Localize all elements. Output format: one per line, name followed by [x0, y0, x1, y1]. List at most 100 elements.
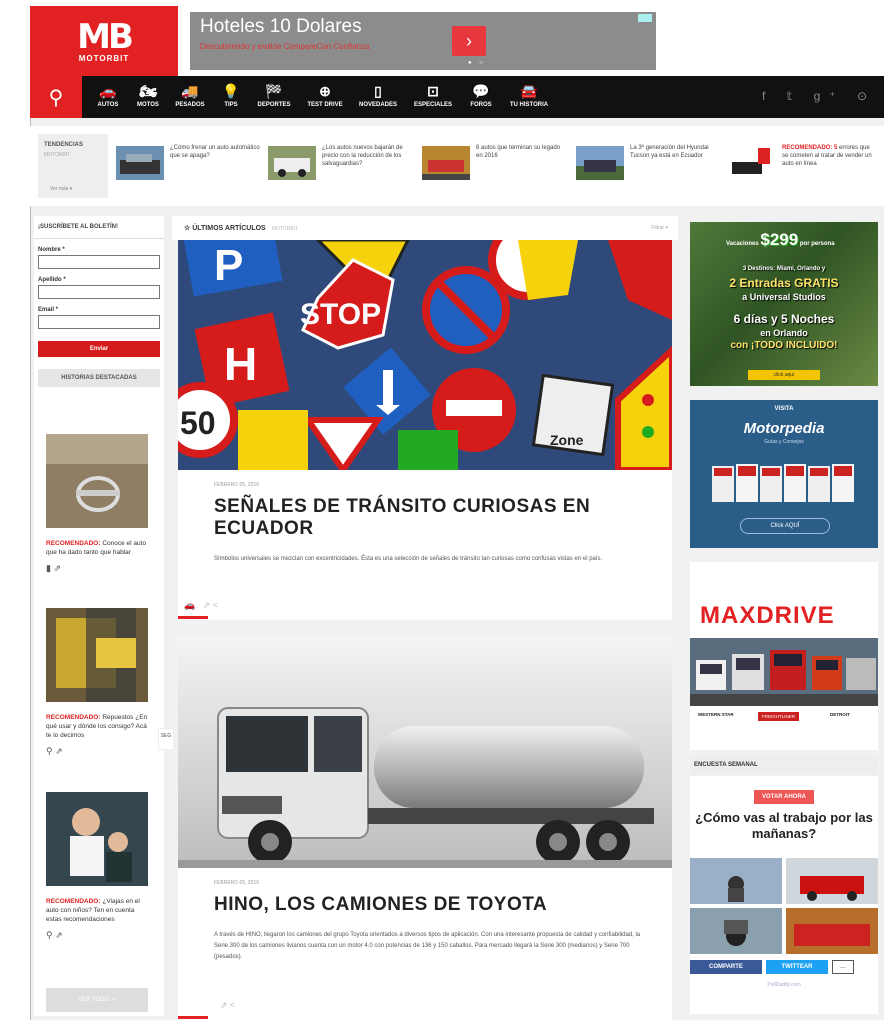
article-text-card: FEBRERO 05, 2016 HINO, LOS CAMIONES DE T… [198, 868, 664, 998]
filter-dropdown[interactable]: Filtrar ▾ [651, 225, 668, 231]
trending-thumb [422, 146, 470, 180]
featured-image [46, 434, 148, 528]
trending-thumb [116, 146, 164, 180]
article-description: Símbolos universales se mezclan con exce… [214, 556, 603, 562]
western-star-logo: WESTERN STAR [698, 712, 734, 717]
trending-label: TENDENCIAS MOTORBIT Ver más ▾ [38, 134, 108, 198]
logo-mark: MB [77, 16, 134, 57]
search-button[interactable]: ⚲ [30, 76, 82, 118]
car-icon: 🚗 [99, 83, 117, 99]
left-sidebar: ¡SUSCRÍBETE AL BOLETÍN! Nombre * Apellid… [34, 216, 164, 1016]
story-icons: ⚲ ⇗ [46, 930, 148, 941]
location-pin-icon: ⚲ [46, 746, 53, 756]
nav-especiales[interactable]: ⊡ ESPECIALES [408, 80, 458, 116]
poll-header: ENCUESTA SEMANAL [690, 756, 878, 774]
ad-carousel-dots[interactable]: ● ○ [468, 60, 486, 66]
vote-now-button[interactable]: VOTAR AHORA [754, 790, 814, 804]
trending-item[interactable]: RECOMENDADO: 5 errores que se cometen al… [728, 138, 878, 198]
search-icon: ⚲ [48, 86, 64, 109]
poll-options-grid[interactable] [690, 858, 878, 954]
weekly-poll: VOTAR AHORA ¿Cómo vas al trabajo por las… [690, 776, 878, 1014]
detroit-logo: DETROIT [830, 712, 850, 717]
email-field[interactable] [38, 315, 160, 329]
featured-story[interactable]: RECOMENDADO: Conoce el auto que ha dado … [46, 434, 148, 574]
name-field[interactable] [38, 255, 160, 269]
site-logo[interactable]: MB MOTORBIT [30, 6, 178, 76]
svg-text:STOP: STOP [300, 298, 381, 331]
trending-item[interactable]: 8 autos que terminan su legado en 2016 [422, 138, 572, 198]
motorpedia-click-button[interactable]: Click AQUÍ [740, 518, 830, 534]
nav-autos[interactable]: 🚗 AUTOS [90, 80, 126, 116]
svg-text:Zone: Zone [550, 432, 584, 448]
svg-text:50: 50 [180, 405, 216, 441]
trending-more-link[interactable]: Ver más ▾ [50, 186, 72, 192]
ad-arrow-button[interactable]: › [452, 26, 486, 56]
maxdrive-ad[interactable]: MAXDRIVE WESTERN STAR FREIGHTLINER DETRO… [690, 562, 878, 750]
motorcycle-icon: 🏍 [139, 83, 157, 99]
motorpedia-ad[interactable]: VISITA Motorpedia Guías y Consejos Click… [690, 400, 878, 548]
nav-novedades[interactable]: ▯ NOVEDADES [354, 80, 402, 116]
trending-item[interactable]: La 3ª generación del Hyundai Tucson ya e… [576, 138, 726, 198]
main-content: ☆ ÚLTIMOS ARTÍCULOS MOTORBIT Filtrar ▾ P … [172, 216, 678, 1020]
article-text-card: FEBRERO 05, 2016 SEÑALES DE TRÁNSITO CUR… [198, 470, 664, 594]
social-icons[interactable]: f 𝕥 g⁺ ⊙ [762, 89, 876, 103]
nav-foros[interactable]: 💬 FOROS [464, 80, 498, 116]
category-indicator [178, 616, 208, 619]
story-icons: ⚲ ⇗ [46, 746, 148, 757]
email-label: Email * [38, 307, 59, 313]
page: MB MOTORBIT Hoteles 10 Dolares Descubrie… [0, 0, 884, 1020]
steering-wheel-icon: ⊕ [319, 83, 331, 99]
article-date: FEBRERO 05, 2016 [214, 880, 260, 886]
trending-thumb [268, 146, 316, 180]
svg-text:P: P [214, 241, 243, 290]
surname-field[interactable] [38, 285, 160, 299]
article-title[interactable]: HINO, LOS CAMIONES DE TOYOTA [214, 894, 648, 916]
vacation-ad[interactable]: Vacaciones $299 por persona 3 Destinos: … [690, 222, 878, 386]
nav-motos[interactable]: 🏍 MOTOS [130, 80, 166, 116]
trending-item[interactable]: ¿Los autos nuevos bajarán de precio con … [268, 138, 418, 198]
ad-subline: Descubriendo y evalúe CompareCon Confian… [200, 42, 370, 51]
phone-icon: ▯ [374, 83, 382, 99]
trophy-icon: 🏁 [265, 83, 283, 99]
share-icon: ⇗ < [202, 600, 219, 610]
polldaddy-link[interactable]: PollDaddy.com [690, 982, 878, 988]
trending-item[interactable]: ¿Cómo frenar un auto automático que se a… [116, 138, 266, 198]
articles-header: ☆ ÚLTIMOS ARTÍCULOS MOTORBIT Filtrar ▾ [172, 216, 678, 240]
poll-question: ¿Cómo vas al trabajo por las mañanas? [695, 810, 873, 841]
share-icon: ⇗ [55, 746, 63, 756]
surname-label: Apellido * [38, 277, 66, 283]
featured-image [46, 608, 148, 702]
nav-pesados[interactable]: 🚚 PESADOS [170, 80, 210, 116]
featured-story[interactable]: RECOMENDADO: ¿Viajas en el auto con niño… [46, 792, 148, 941]
chat-icon: 💬 [472, 83, 490, 99]
ad-choices-icon[interactable] [638, 14, 652, 22]
share-icon: ⇗ [55, 930, 63, 940]
car-icon: 🚗 [184, 600, 196, 610]
location-pin-icon: ⚲ [46, 930, 53, 940]
article-card[interactable]: P STOP H 50 Zone FEBRERO 05, 2016 SEÑALE… [178, 240, 672, 620]
article-date: FEBRERO 05, 2016 [214, 482, 260, 488]
logo-subtitle: MOTORBIT [78, 53, 130, 63]
trending-bar: TENDENCIAS MOTORBIT Ver más ▾ ¿Cómo fren… [30, 126, 884, 206]
twitter-share-button[interactable]: TWITTEAR [766, 960, 828, 974]
article-description: A través de HINO, llegaron los camiones … [214, 932, 641, 960]
star-box-icon: ⊡ [427, 83, 439, 99]
svg-text:H: H [224, 338, 257, 390]
article-footer: 🚗 ⇗ < [184, 600, 218, 611]
featured-story[interactable]: RECOMENDADO: Repuestos ¿En qué usar y dó… [46, 608, 148, 757]
magazines-image [712, 464, 854, 502]
see-all-button[interactable]: VER TODO ➚ [46, 988, 148, 1012]
nav-tips[interactable]: 💡 TIPS [216, 80, 246, 116]
more-share-button[interactable]: ... [832, 960, 854, 974]
article-card[interactable]: FEBRERO 05, 2016 HINO, LOS CAMIONES DE T… [178, 636, 672, 1020]
featured-title: HISTORIAS DESTACADAS [38, 369, 160, 387]
subscribe-button[interactable]: Enviar [38, 341, 160, 357]
ad-cta-button[interactable]: click aquí [748, 370, 820, 380]
top-banner-ad[interactable]: Hoteles 10 Dolares Descubriendo y evalúe… [190, 12, 656, 70]
nav-test-drive[interactable]: ⊕ TEST DRIVE [302, 80, 348, 116]
nav-tu-historia[interactable]: 🚘 TU HISTORIA [504, 80, 554, 116]
article-title[interactable]: SEÑALES DE TRÁNSITO CURIOSAS EN ECUADOR [214, 496, 648, 540]
facebook-share-button[interactable]: COMPARTE [690, 960, 762, 974]
nav-deportes[interactable]: 🏁 DEPORTES [252, 80, 296, 116]
truck-icon: 🚚 [181, 83, 199, 99]
